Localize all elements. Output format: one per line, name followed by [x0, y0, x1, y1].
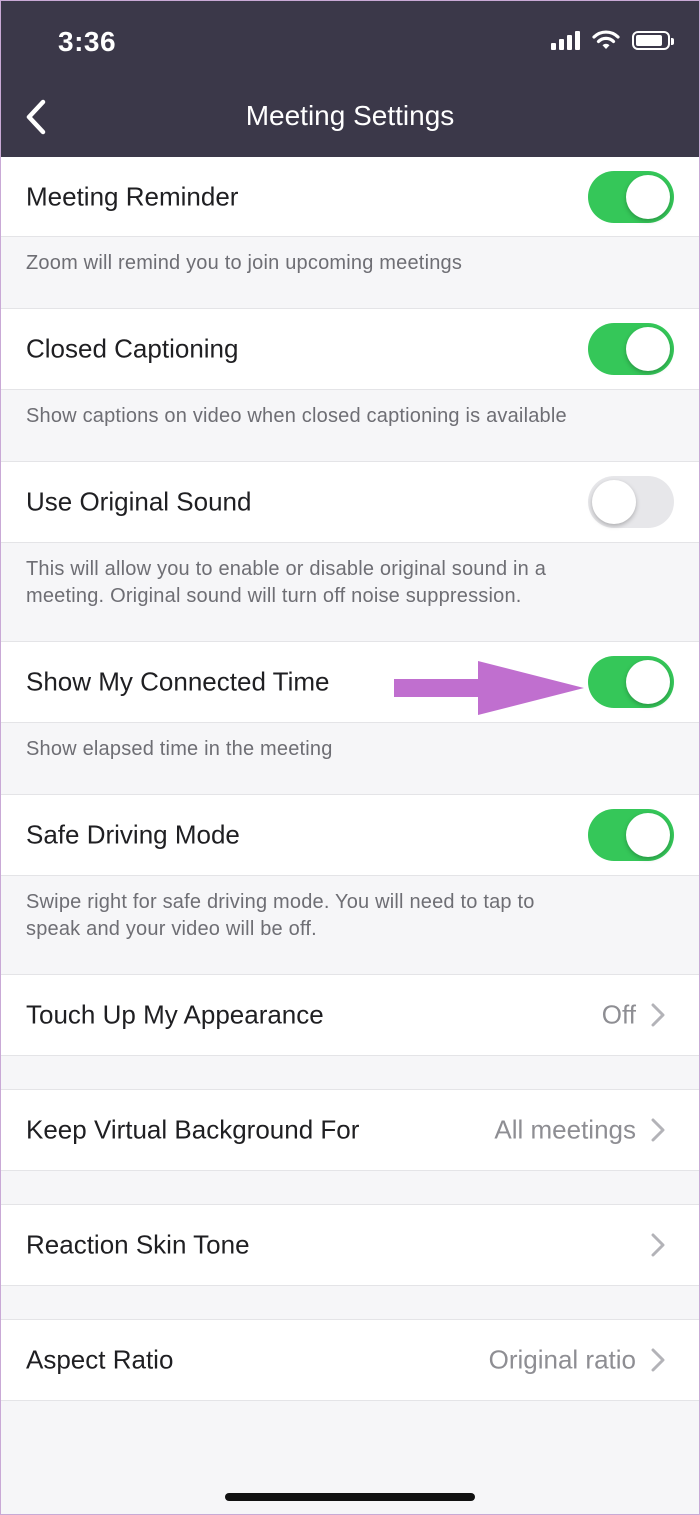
- arrow-right-icon: [394, 661, 584, 715]
- safe-driving-description-line2: speak and your video will be off.: [26, 918, 317, 940]
- meeting-reminder-row: Meeting Reminder: [0, 157, 700, 237]
- page-title: Meeting Settings: [245, 100, 455, 131]
- cellular-signal-icon: [551, 30, 580, 50]
- header: 3:36 Meeting Settings: [0, 0, 700, 157]
- original-sound-description: This will allow you to enable or disable…: [26, 556, 666, 610]
- connected-time-toggle[interactable]: [588, 656, 674, 708]
- touch-up-row[interactable]: Touch Up My Appearance Off: [0, 974, 700, 1056]
- chevron-right-icon: [650, 1118, 666, 1142]
- virtual-background-row[interactable]: Keep Virtual Background For All meetings: [0, 1089, 700, 1171]
- status-time: 3:36: [58, 26, 117, 57]
- connected-time-description: Show elapsed time in the meeting: [26, 738, 333, 760]
- chevron-right-icon: [650, 1348, 666, 1372]
- meeting-reminder-toggle[interactable]: [588, 170, 674, 223]
- aspect-ratio-row[interactable]: Aspect Ratio Original ratio: [0, 1319, 700, 1401]
- closed-captioning-label: Closed Captioning: [26, 333, 239, 364]
- safe-driving-toggle[interactable]: [588, 809, 674, 861]
- battery-icon: [632, 30, 674, 50]
- virtual-background-label: Keep Virtual Background For: [26, 1114, 360, 1145]
- aspect-ratio-value: Original ratio: [488, 1344, 636, 1375]
- touch-up-value: Off: [601, 999, 636, 1030]
- virtual-background-value: All meetings: [494, 1114, 636, 1145]
- safe-driving-label: Safe Driving Mode: [26, 819, 240, 850]
- original-sound-description-line1: This will allow you to enable or disable…: [26, 558, 547, 580]
- original-sound-row: Use Original Sound: [0, 461, 700, 543]
- meeting-reminder-description: Zoom will remind you to join upcoming me…: [26, 252, 463, 274]
- closed-captioning-description: Show captions on video when closed capti…: [26, 405, 567, 427]
- safe-driving-description-line1: Swipe right for safe driving mode. You w…: [26, 891, 535, 913]
- reaction-skin-tone-label: Reaction Skin Tone: [26, 1229, 250, 1260]
- meeting-reminder-label: Meeting Reminder: [26, 181, 239, 211]
- home-indicator: [225, 1493, 475, 1501]
- safe-driving-description: Swipe right for safe driving mode. You w…: [26, 889, 666, 943]
- original-sound-toggle[interactable]: [588, 476, 674, 528]
- chevron-right-icon: [650, 1233, 666, 1257]
- wifi-icon: [592, 30, 620, 49]
- connected-time-row: Show My Connected Time: [0, 641, 700, 723]
- status-icons: [551, 30, 674, 50]
- aspect-ratio-label: Aspect Ratio: [26, 1344, 174, 1375]
- chevron-right-icon: [650, 1003, 666, 1027]
- original-sound-description-line2: meeting. Original sound will turn off no…: [26, 585, 522, 607]
- reaction-skin-tone-row[interactable]: Reaction Skin Tone: [0, 1204, 700, 1286]
- closed-captioning-toggle[interactable]: [588, 323, 674, 375]
- safe-driving-row: Safe Driving Mode: [0, 794, 700, 876]
- touch-up-label: Touch Up My Appearance: [26, 999, 324, 1030]
- original-sound-label: Use Original Sound: [26, 486, 252, 517]
- connected-time-label: Show My Connected Time: [26, 666, 330, 697]
- closed-captioning-row: Closed Captioning: [0, 308, 700, 390]
